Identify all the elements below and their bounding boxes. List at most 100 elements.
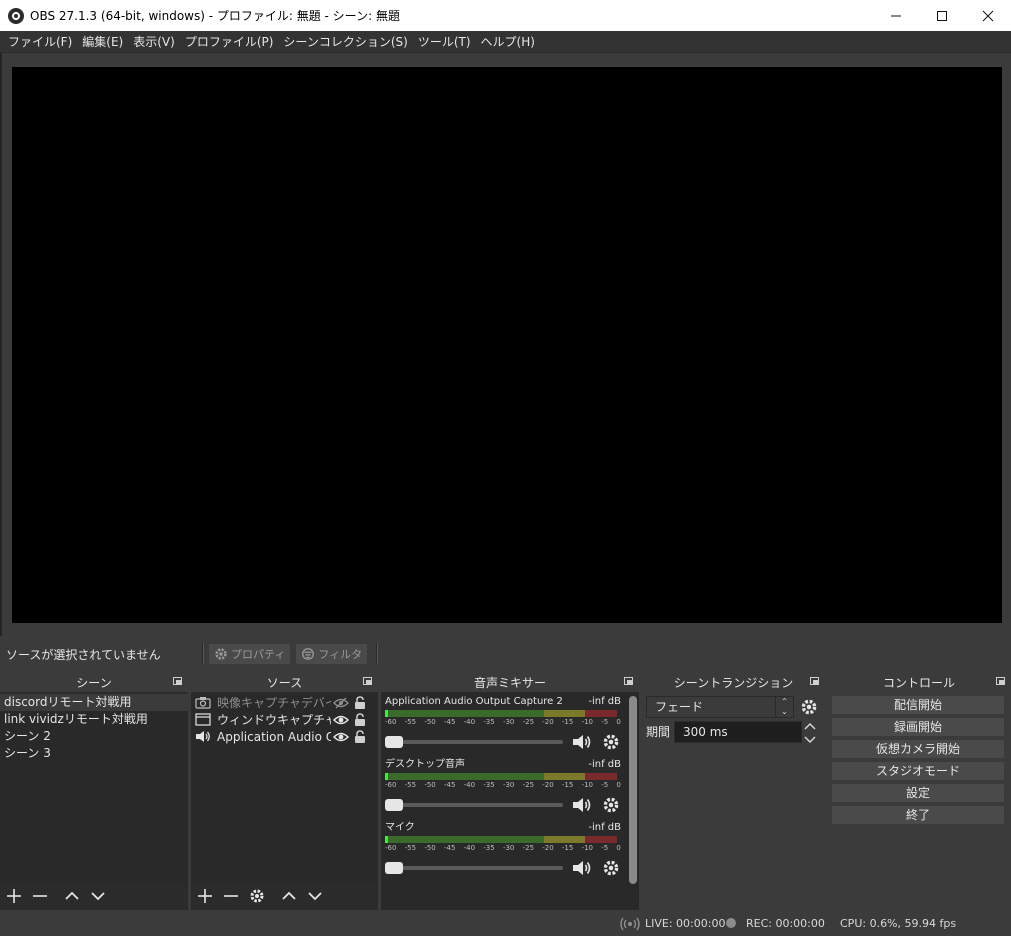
start-streaming-button[interactable]: 配信開始: [831, 695, 1005, 715]
menu-edit[interactable]: 編集(E): [78, 31, 127, 53]
scene-item[interactable]: link vividzリモート対戦用: [0, 711, 188, 728]
duration-input[interactable]: 300 ms: [674, 721, 802, 743]
scene-item[interactable]: シーン 2: [0, 728, 188, 745]
properties-label: プロパティ: [231, 648, 286, 661]
volume-slider[interactable]: [385, 862, 563, 874]
volume-slider-handle[interactable]: [385, 799, 403, 811]
gear-icon: [603, 860, 619, 876]
preview-area: [0, 53, 1011, 636]
volume-slider-handle[interactable]: [385, 862, 403, 874]
volume-meter: [385, 773, 617, 780]
plus-icon: [7, 889, 21, 903]
chevron-down-icon: [308, 892, 322, 901]
title-bar: OBS 27.1.3 (64-bit, windows) - プロファイル: 無…: [0, 0, 1011, 31]
scenes-list: discordリモート対戦用 link vividzリモート対戦用 シーン 2 …: [0, 694, 188, 882]
transition-select[interactable]: フェード ⌃ ⌄: [646, 696, 794, 718]
scene-item[interactable]: シーン 3: [0, 745, 188, 762]
menu-profile[interactable]: プロファイル(P): [181, 31, 278, 53]
studio-mode-button[interactable]: スタジオモード: [831, 761, 1005, 781]
gear-icon: [250, 889, 264, 903]
filters-label: フィルタ: [318, 648, 363, 661]
lock-icon[interactable]: [351, 730, 369, 744]
move-source-down-button[interactable]: [305, 886, 325, 906]
undock-icon[interactable]: [810, 677, 819, 685]
channel-settings-button[interactable]: [601, 732, 621, 752]
filters-button[interactable]: フィルタ: [295, 643, 369, 665]
source-item[interactable]: 映像キャプチャデバイス: [191, 694, 378, 711]
undock-icon[interactable]: [624, 677, 633, 685]
close-icon: [982, 10, 994, 21]
undock-icon[interactable]: [363, 677, 372, 685]
visibility-on-icon[interactable]: [331, 713, 351, 727]
add-source-button[interactable]: [195, 886, 215, 906]
menu-view[interactable]: 表示(V): [129, 31, 179, 53]
scene-transitions-dock-title: シーントランジション: [673, 675, 794, 690]
maximize-button[interactable]: [919, 0, 965, 31]
move-scene-down-button[interactable]: [88, 886, 108, 906]
visibility-on-icon[interactable]: [331, 730, 351, 744]
menu-help[interactable]: ヘルプ(H): [477, 31, 539, 53]
minimize-button[interactable]: [873, 0, 919, 31]
menu-bar: ファイル(F) 編集(E) 表示(V) プロファイル(P) シーンコレクション(…: [0, 31, 1011, 53]
source-name: Application Audio Output Capture 2: [217, 729, 331, 744]
scenes-footer: [0, 882, 188, 910]
duration-stepper[interactable]: [802, 721, 818, 743]
remove-source-button[interactable]: [221, 886, 241, 906]
mixer-scrollbar[interactable]: [629, 696, 637, 884]
minimize-icon: [891, 15, 901, 16]
chevron-up-icon: [804, 723, 816, 730]
meter-scale: -60 -55 -50 -45 -40 -35 -30 -25 -20 -15 -10 -5 0: [385, 781, 621, 789]
scene-transitions-dock: シーントランジション フェード ⌃ ⌄ 期間 300 ms: [642, 672, 825, 910]
settings-button[interactable]: 設定: [831, 783, 1005, 803]
menu-scene-collection[interactable]: シーンコレクション(S): [279, 31, 411, 53]
menu-file[interactable]: ファイル(F): [4, 31, 76, 53]
volume-slider[interactable]: [385, 736, 563, 748]
start-virtual-camera-button[interactable]: 仮想カメラ開始: [831, 739, 1005, 759]
channel-settings-button[interactable]: [601, 858, 621, 878]
scene-item[interactable]: discordリモート対戦用: [0, 694, 188, 711]
lock-icon[interactable]: [351, 696, 369, 710]
speaker-icon: [573, 798, 591, 812]
exit-button[interactable]: 終了: [831, 805, 1005, 825]
toolbar-separator: [376, 643, 379, 665]
transition-settings-button[interactable]: [798, 696, 820, 718]
move-scene-up-button[interactable]: [62, 886, 82, 906]
gear-icon: [603, 797, 619, 813]
undock-icon[interactable]: [996, 677, 1005, 685]
move-source-up-button[interactable]: [279, 886, 299, 906]
volume-slider[interactable]: [385, 799, 563, 811]
meter-scale: -60 -55 -50 -45 -40 -35 -30 -25 -20 -15 -10 -5 0: [385, 844, 621, 852]
camera-icon: [195, 696, 211, 710]
window-title: OBS 27.1.3 (64-bit, windows) - プロファイル: 無…: [30, 9, 400, 23]
chevron-up-icon: [282, 891, 296, 900]
minus-icon: [33, 895, 47, 897]
source-item[interactable]: ウィンドウキャプチャ 2: [191, 711, 378, 728]
volume-meter: [385, 836, 617, 843]
chevron-up-icon: [65, 891, 79, 900]
close-button[interactable]: [965, 0, 1011, 31]
remove-scene-button[interactable]: [30, 886, 50, 906]
source-properties-button[interactable]: [247, 886, 267, 906]
broadcast-icon: [620, 917, 640, 934]
source-name: 映像キャプチャデバイス: [217, 696, 331, 710]
mute-button[interactable]: [571, 795, 595, 815]
speaker-icon: [573, 735, 591, 749]
menu-tools[interactable]: ツール(T): [414, 31, 475, 53]
source-name: ウィンドウキャプチャ 2: [217, 713, 331, 727]
preview-canvas[interactable]: [12, 67, 1002, 623]
undock-icon[interactable]: [173, 677, 182, 685]
mute-button[interactable]: [571, 858, 595, 878]
properties-button[interactable]: プロパティ: [208, 643, 292, 665]
mute-button[interactable]: [571, 732, 595, 752]
source-item[interactable]: Application Audio Output Capture 2: [191, 728, 378, 745]
add-scene-button[interactable]: [4, 886, 24, 906]
volume-slider-handle[interactable]: [385, 736, 403, 748]
speaker-icon: [573, 861, 591, 875]
gear-icon: [215, 648, 227, 660]
channel-settings-button[interactable]: [601, 795, 621, 815]
status-bar: LIVE: 00:00:00 REC: 00:00:00 CPU: 0.6%, …: [0, 910, 1011, 936]
lock-icon[interactable]: [351, 713, 369, 727]
controls-dock-title: コントロール: [882, 675, 955, 690]
visibility-off-icon[interactable]: [331, 696, 351, 710]
start-recording-button[interactable]: 録画開始: [831, 717, 1005, 737]
